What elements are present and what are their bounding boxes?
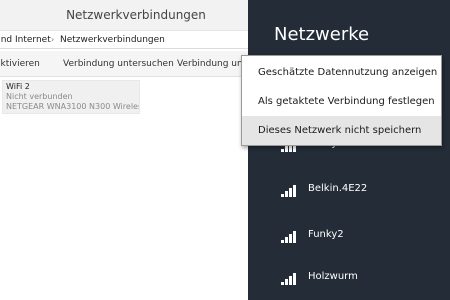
breadcrumb[interactable]: und Internet › Netzwerkverbindungen <box>0 32 248 49</box>
menu-item-set-metered-connection[interactable]: Als getaktete Verbindung festlegen <box>242 87 441 116</box>
window-title: Netzwerkverbindungen <box>66 8 206 22</box>
connection-name: WiFi 2 <box>6 82 30 91</box>
breadcrumb-item-network-connections[interactable]: Netzwerkverbindungen <box>60 35 165 45</box>
connection-status: Nicht verbunden <box>6 92 73 101</box>
menu-item-show-data-usage[interactable]: Geschätzte Datennutzung anzeigen <box>242 58 441 87</box>
wifi-signal-icon <box>281 185 296 197</box>
network-name: Funky2 <box>308 229 344 240</box>
wifi-signal-icon <box>281 273 296 285</box>
connection-item-wifi2[interactable]: WiFi 2 Nicht verbunden NETGEAR WNA3100 N… <box>2 80 140 114</box>
networks-charm-panel: Netzwerke Funky Belkin.4E22 Funky2 <box>248 0 450 300</box>
network-item-belkin[interactable]: Belkin.4E22 <box>280 181 440 201</box>
connection-device: NETGEAR WNA3100 N300 Wireles... <box>6 102 140 111</box>
breadcrumb-separator-icon: › <box>51 35 55 44</box>
network-name: Holzwurm <box>308 271 358 282</box>
network-name: Belkin.4E22 <box>308 183 368 194</box>
charm-title: Netzwerke <box>274 24 370 45</box>
network-connections-window: Netzwerkverbindungen und Internet › Netz… <box>0 0 248 300</box>
command-bar: aktivieren Verbindung untersuchen Verbin… <box>0 51 248 77</box>
network-context-menu: Geschätzte Datennutzung anzeigen Als get… <box>241 55 442 146</box>
network-item-holzwurm[interactable]: Holzwurm <box>280 269 440 289</box>
wifi-signal-icon <box>281 231 296 243</box>
network-item-funky2[interactable]: Funky2 <box>280 227 440 247</box>
rename-connection-button[interactable]: Verbindung umbe <box>177 59 248 69</box>
window-titlebar[interactable]: Netzwerkverbindungen <box>0 0 248 31</box>
breadcrumb-item-network-internet[interactable]: und Internet <box>0 35 51 45</box>
diagnose-connection-button[interactable]: Verbindung untersuchen <box>63 59 174 69</box>
activate-button[interactable]: aktivieren <box>0 59 40 69</box>
menu-item-forget-network[interactable]: Dieses Netzwerk nicht speichern <box>242 116 441 145</box>
